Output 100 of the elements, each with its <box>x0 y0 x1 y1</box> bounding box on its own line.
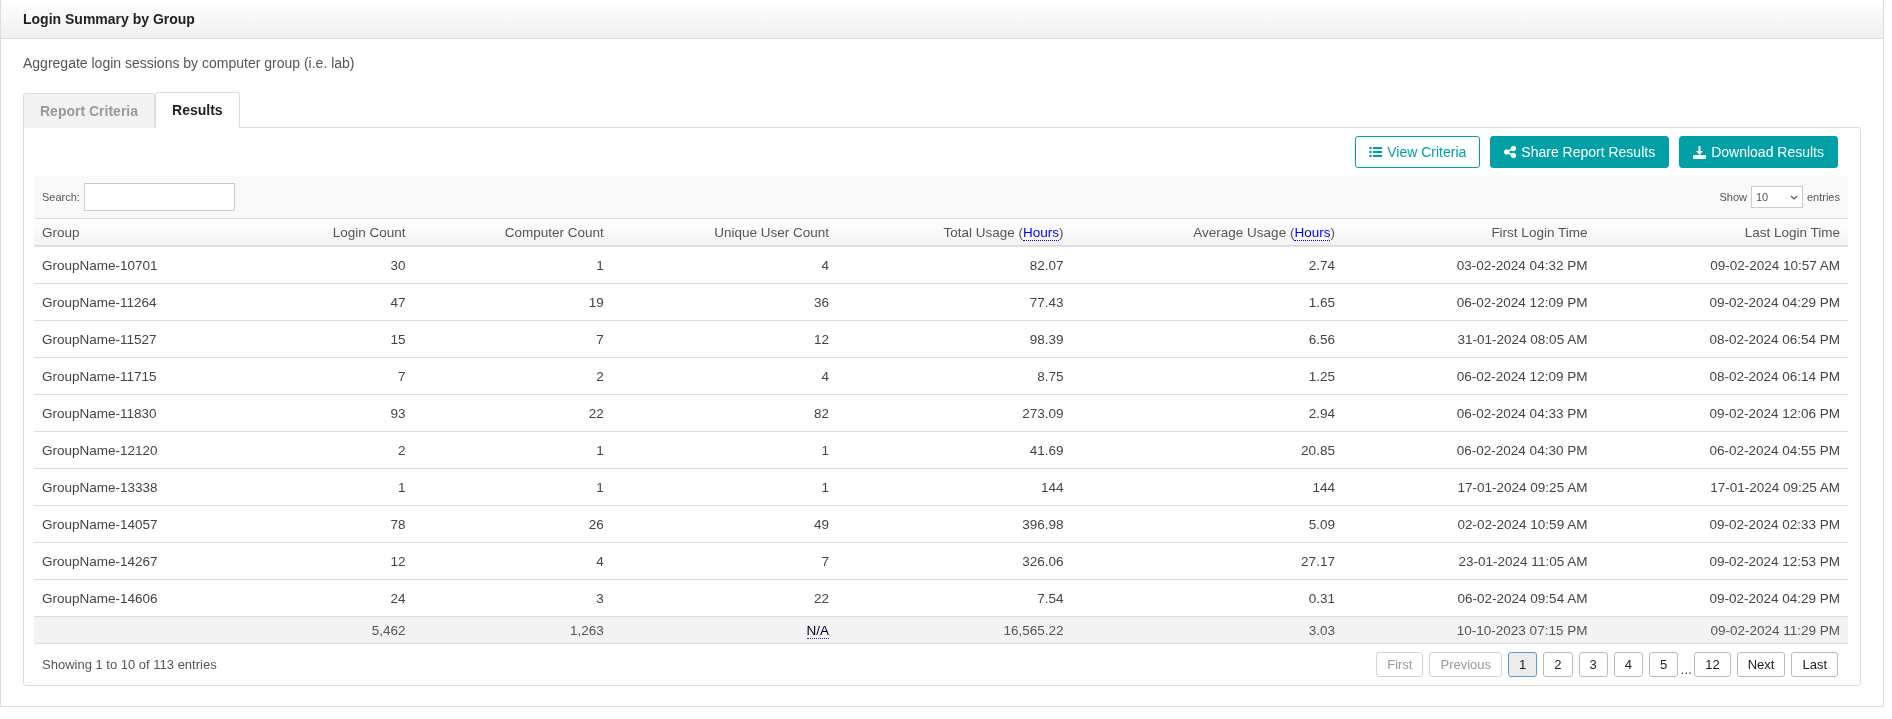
table-cell: 08-02-2024 06:14 PM <box>1595 357 1848 395</box>
table-cell: 19 <box>413 283 612 321</box>
total-cell: 10-10-2023 07:15 PM <box>1342 616 1596 644</box>
panel-title: Login Summary by Group <box>23 11 195 27</box>
table-cell: 1 <box>413 431 612 469</box>
total-cell: 1,263 <box>413 616 612 644</box>
search-label: Search: <box>42 191 80 203</box>
table-cell: GroupName-12120 <box>34 431 261 469</box>
table-cell: 6.56 <box>1071 320 1343 358</box>
table-cell: 78 <box>260 505 414 543</box>
table-cell: 1 <box>611 431 838 469</box>
table-cell: 26 <box>413 505 612 543</box>
table-cell: 03-02-2024 04:32 PM <box>1342 246 1596 284</box>
table-cell: 09-02-2024 04:29 PM <box>1595 579 1848 617</box>
table-cell: 09-02-2024 12:53 PM <box>1595 542 1848 580</box>
table-cell: GroupName-14606 <box>34 579 261 617</box>
table-cell: 77.43 <box>837 283 1072 321</box>
page-button[interactable]: Last <box>1791 652 1838 677</box>
table-cell: 06-02-2024 12:09 PM <box>1342 283 1596 321</box>
page-button[interactable]: 12 <box>1694 652 1731 677</box>
total-cell: 16,565.22 <box>837 616 1072 644</box>
table-cell: 12 <box>611 320 838 358</box>
table-cell: 4 <box>413 542 612 580</box>
table-cell: 396.98 <box>837 505 1072 543</box>
page-button[interactable]: 3 <box>1578 652 1608 677</box>
tab[interactable]: Results <box>155 92 240 128</box>
table-cell: 09-02-2024 04:29 PM <box>1595 283 1848 321</box>
table-cell: 22 <box>611 579 838 617</box>
total-cell: 3.03 <box>1071 616 1343 644</box>
show-label: Show <box>1719 191 1747 203</box>
hours-link[interactable]: Hours <box>1022 224 1059 241</box>
total-cell: 09-02-2024 11:29 PM <box>1595 616 1848 644</box>
table-cell: 1 <box>413 246 612 284</box>
page-button[interactable]: 1 <box>1508 652 1538 677</box>
table-cell: 7 <box>611 542 838 580</box>
page-button[interactable]: 2 <box>1543 652 1573 677</box>
table-cell: 06-02-2024 12:09 PM <box>1342 357 1596 395</box>
total-cell: 5,462 <box>260 616 414 644</box>
download-icon <box>1693 145 1707 159</box>
table-cell: GroupName-11527 <box>34 320 261 358</box>
table-cell: 1.25 <box>1071 357 1343 395</box>
table-cell: 7 <box>413 320 612 358</box>
panel-description: Aggregate login sessions by computer group (i.e. lab) <box>23 55 356 71</box>
table-cell: 7 <box>260 357 414 395</box>
table-cell: GroupName-10701 <box>34 246 261 284</box>
table-cell: GroupName-11830 <box>34 394 261 432</box>
table-cell: 98.39 <box>837 320 1072 358</box>
table-cell: 41.69 <box>837 431 1072 469</box>
table-cell: 27.17 <box>1071 542 1343 580</box>
table-cell: 15 <box>260 320 414 358</box>
list-icon <box>1369 146 1383 158</box>
table-cell: 47 <box>260 283 414 321</box>
table-cell: 2.74 <box>1071 246 1343 284</box>
table-cell: 1 <box>413 468 612 506</box>
table-cell: 06-02-2024 04:33 PM <box>1342 394 1596 432</box>
table-cell: GroupName-14057 <box>34 505 261 543</box>
entries-label: entries <box>1806 191 1840 203</box>
table-cell: 20.85 <box>1071 431 1343 469</box>
table-cell: 8.75 <box>837 357 1072 395</box>
table-cell: 22 <box>413 394 612 432</box>
table-cell: 326.06 <box>837 542 1072 580</box>
not-applicable-abbr: N/A <box>806 622 830 639</box>
entries-info: Showing 1 to 10 of 113 entries <box>42 657 217 672</box>
entries-select[interactable]: 10 <box>1750 186 1803 208</box>
hours-link[interactable]: Hours <box>1294 224 1331 241</box>
table-cell: 273.09 <box>837 394 1072 432</box>
table-cell: 17-01-2024 09:25 AM <box>1342 468 1596 506</box>
table-cell: 0.31 <box>1071 579 1343 617</box>
pagination-ellipsis: … <box>1680 663 1693 677</box>
table-cell: 09-02-2024 12:06 PM <box>1595 394 1848 432</box>
page-button[interactable]: 4 <box>1613 652 1643 677</box>
table-cell: 5.09 <box>1071 505 1343 543</box>
table-cell: 2 <box>413 357 612 395</box>
table-cell: 36 <box>611 283 838 321</box>
table-cell: 06-02-2024 04:55 PM <box>1595 431 1848 469</box>
table-cell: 2.94 <box>1071 394 1343 432</box>
table-cell: 09-02-2024 10:57 AM <box>1595 246 1848 284</box>
table-cell: 1.65 <box>1071 283 1343 321</box>
table-cell: GroupName-14267 <box>34 542 261 580</box>
table-cell: GroupName-13338 <box>34 468 261 506</box>
table-cell: 31-01-2024 08:05 AM <box>1342 320 1596 358</box>
table-cell: 24 <box>260 579 414 617</box>
page-button[interactable]: 5 <box>1649 652 1679 677</box>
table-cell: 23-01-2024 11:05 AM <box>1342 542 1596 580</box>
table-cell: 49 <box>611 505 838 543</box>
table-cell: 06-02-2024 09:54 AM <box>1342 579 1596 617</box>
table-cell: GroupName-11264 <box>34 283 261 321</box>
table-cell: 82.07 <box>837 246 1072 284</box>
chevron-icon <box>1789 194 1798 200</box>
table-cell: 30 <box>260 246 414 284</box>
search-field[interactable] <box>83 183 235 211</box>
table-cell: 82 <box>611 394 838 432</box>
table-cell: 17-01-2024 09:25 AM <box>1595 468 1848 506</box>
table-cell: 144 <box>1071 468 1343 506</box>
table-cell: 7.54 <box>837 579 1072 617</box>
share-icon <box>1504 146 1517 158</box>
table-cell: 06-02-2024 04:30 PM <box>1342 431 1596 469</box>
table-cell: 02-02-2024 10:59 AM <box>1342 505 1596 543</box>
table-cell: 144 <box>837 468 1072 506</box>
page-button[interactable]: Next <box>1736 652 1786 677</box>
